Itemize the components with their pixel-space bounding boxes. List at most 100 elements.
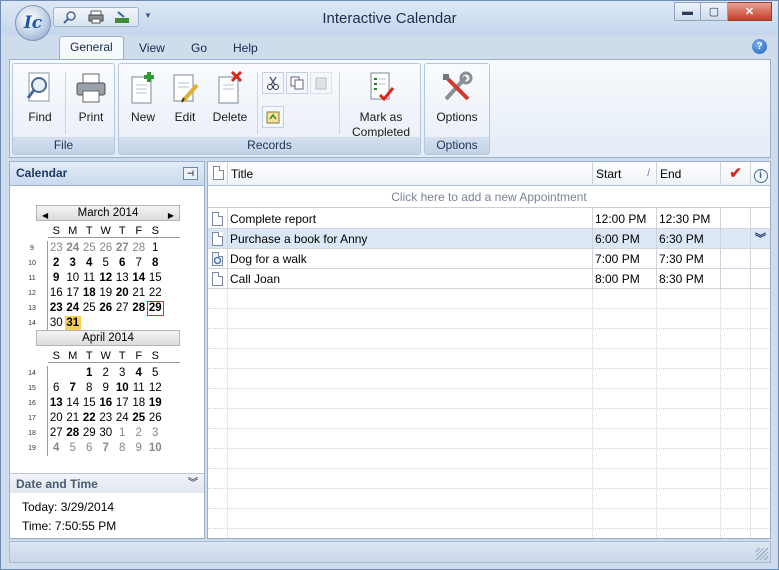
day-cell[interactable]: 11 bbox=[131, 381, 148, 396]
day-cell[interactable]: 29 bbox=[81, 426, 98, 441]
day-cell[interactable]: 6 bbox=[114, 256, 131, 271]
day-cell[interactable]: 11 bbox=[81, 271, 98, 286]
day-cell[interactable]: 17 bbox=[114, 396, 131, 411]
day-cell[interactable]: 15 bbox=[81, 396, 98, 411]
day-cell[interactable]: 28 bbox=[131, 241, 148, 256]
day-cell[interactable]: 20 bbox=[114, 286, 131, 301]
row-info[interactable] bbox=[750, 209, 770, 229]
empty-row[interactable] bbox=[208, 429, 770, 449]
day-cell[interactable]: 12 bbox=[147, 381, 164, 396]
day-cell[interactable]: 8 bbox=[81, 381, 98, 396]
day-cell[interactable]: 3 bbox=[147, 426, 164, 441]
options-button[interactable]: Options bbox=[429, 70, 485, 125]
day-cell[interactable]: 13 bbox=[48, 396, 65, 411]
day-cell[interactable]: 23 bbox=[98, 411, 115, 426]
day-cell[interactable]: 21 bbox=[131, 286, 148, 301]
day-cell[interactable]: 6 bbox=[81, 441, 98, 456]
header-title[interactable]: Title bbox=[227, 162, 592, 186]
day-cell[interactable]: 23 bbox=[48, 301, 65, 316]
day-cell[interactable]: 17 bbox=[65, 286, 82, 301]
appointment-row[interactable]: Purchase a book for Anny 6:00 PM 6:30 PM ︾ bbox=[208, 229, 770, 249]
day-cell[interactable]: 1 bbox=[114, 426, 131, 441]
day-cell[interactable]: 25 bbox=[81, 241, 98, 256]
header-type-col[interactable] bbox=[208, 162, 228, 186]
day-cell[interactable]: 20 bbox=[48, 411, 65, 426]
row-completed[interactable] bbox=[720, 269, 750, 289]
day-cell[interactable]: 7 bbox=[98, 441, 115, 456]
header-start[interactable]: Start / bbox=[592, 162, 656, 186]
header-info[interactable]: i bbox=[750, 162, 770, 186]
delete-button[interactable]: Delete bbox=[209, 70, 251, 125]
day-cell[interactable]: 30 bbox=[98, 426, 115, 441]
pin-icon[interactable]: ⊣ bbox=[183, 167, 198, 180]
day-cell[interactable]: 24 bbox=[65, 301, 82, 316]
day-cell[interactable]: 23 bbox=[48, 241, 65, 256]
day-cell[interactable]: 24 bbox=[114, 411, 131, 426]
day-cell[interactable]: 2 bbox=[48, 256, 65, 271]
date-time-header[interactable]: Date and Time ︾ bbox=[10, 473, 204, 493]
day-cell-today[interactable]: 31 bbox=[64, 316, 81, 331]
close-button[interactable]: ✕ bbox=[728, 2, 772, 21]
appointment-row[interactable]: Dog for a walk 7:00 PM 7:30 PM bbox=[208, 249, 770, 269]
day-cell[interactable]: 3 bbox=[65, 256, 82, 271]
row-info[interactable]: ︾ bbox=[750, 229, 770, 249]
day-cell[interactable]: 27 bbox=[114, 301, 131, 316]
day-cell[interactable]: 21 bbox=[65, 411, 82, 426]
day-cell[interactable]: 1 bbox=[81, 366, 98, 381]
day-cell[interactable]: 9 bbox=[98, 381, 115, 396]
day-cell[interactable]: 7 bbox=[131, 256, 148, 271]
minimize-button[interactable]: ▬ bbox=[674, 2, 701, 21]
tab-go[interactable]: Go bbox=[181, 38, 217, 60]
day-cell[interactable]: 2 bbox=[131, 426, 148, 441]
maximize-button[interactable]: ▢ bbox=[701, 2, 728, 21]
day-cell[interactable]: 26 bbox=[98, 301, 115, 316]
paste-icon[interactable] bbox=[310, 72, 332, 94]
print-button[interactable]: Print bbox=[69, 70, 113, 125]
day-cell-selected[interactable]: 29 bbox=[147, 301, 164, 316]
day-cell[interactable]: 4 bbox=[81, 256, 98, 271]
day-cell[interactable]: 8 bbox=[147, 256, 164, 271]
empty-row[interactable] bbox=[208, 389, 770, 409]
day-cell[interactable]: 27 bbox=[48, 426, 65, 441]
day-cell[interactable]: 16 bbox=[48, 286, 65, 301]
day-cell[interactable]: 2 bbox=[98, 366, 115, 381]
app-logo[interactable]: Ic bbox=[15, 5, 51, 41]
empty-row[interactable] bbox=[208, 309, 770, 329]
empty-row[interactable] bbox=[208, 489, 770, 509]
day-cell[interactable]: 9 bbox=[131, 441, 148, 456]
day-cell[interactable]: 18 bbox=[131, 396, 148, 411]
empty-row[interactable] bbox=[208, 469, 770, 489]
tab-view[interactable]: View bbox=[129, 38, 175, 60]
next-month-icon[interactable]: ▶ bbox=[168, 209, 174, 223]
new-button[interactable]: New bbox=[125, 70, 161, 125]
day-cell[interactable]: 22 bbox=[81, 411, 98, 426]
row-completed[interactable] bbox=[720, 229, 750, 249]
highlight-icon[interactable] bbox=[262, 106, 284, 128]
resize-grip-icon[interactable] bbox=[756, 548, 768, 560]
add-appointment-row[interactable]: Click here to add a new Appointment bbox=[208, 186, 770, 208]
copy-icon[interactable] bbox=[286, 72, 308, 94]
day-cell[interactable]: 5 bbox=[98, 256, 115, 271]
day-cell[interactable]: 3 bbox=[114, 366, 131, 381]
tab-general[interactable]: General bbox=[59, 36, 124, 60]
empty-row[interactable] bbox=[208, 409, 770, 429]
day-cell[interactable]: 19 bbox=[147, 396, 164, 411]
cut-icon[interactable] bbox=[262, 72, 284, 94]
row-info[interactable] bbox=[750, 249, 770, 269]
day-cell[interactable]: 6 bbox=[48, 381, 65, 396]
day-cell[interactable]: 24 bbox=[65, 241, 82, 256]
day-cell[interactable]: 5 bbox=[65, 441, 82, 456]
day-cell[interactable]: 14 bbox=[131, 271, 148, 286]
day-cell[interactable]: 8 bbox=[114, 441, 131, 456]
empty-row[interactable] bbox=[208, 369, 770, 389]
day-cell[interactable]: 5 bbox=[147, 366, 164, 381]
header-completed[interactable]: ✔ bbox=[720, 162, 750, 186]
prev-month-icon[interactable]: ◀ bbox=[42, 209, 48, 223]
day-cell[interactable]: 10 bbox=[114, 381, 131, 396]
help-icon[interactable]: ? bbox=[752, 39, 767, 54]
day-cell[interactable]: 14 bbox=[65, 396, 82, 411]
day-cell[interactable]: 7 bbox=[65, 381, 82, 396]
day-cell[interactable]: 26 bbox=[98, 241, 115, 256]
row-completed[interactable] bbox=[720, 209, 750, 229]
empty-row[interactable] bbox=[208, 289, 770, 309]
